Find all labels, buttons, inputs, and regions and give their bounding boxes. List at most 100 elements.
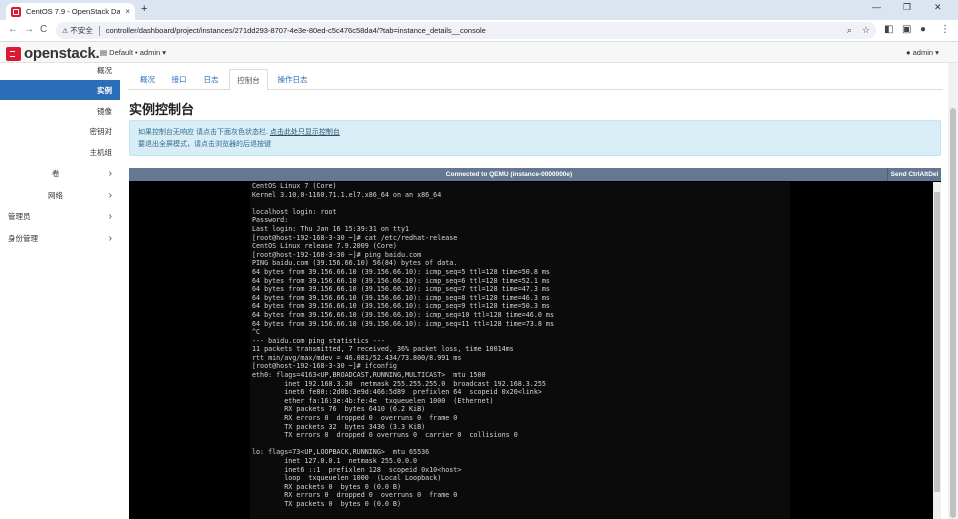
info-text: 如果控制台无响应 请点击下面灰色状态栏. <box>138 129 268 136</box>
minimize-icon[interactable]: — <box>872 2 881 12</box>
console-line: inet6 ::1 prefixlen 128 scopeid 0x10<hos… <box>284 465 462 474</box>
browser-tab-title: CentOS 7.9 - OpenStack Das <box>26 7 121 16</box>
info-line-2: 要退出全屏模式，请点击浏览器的后退按键 <box>138 141 271 148</box>
browser-toolbar: ← → C ⚠ 不安全 controller/dashboard/project… <box>0 20 958 42</box>
send-ctrl-alt-del-button[interactable]: Send CtrlAltDel <box>887 168 941 181</box>
tab-overview[interactable]: 概况 <box>131 69 164 90</box>
zoom-icon[interactable]: ⌕ <box>847 25 852 36</box>
console-line: TX packets 32 bytes 3436 (3.3 KiB) <box>284 422 426 431</box>
console-line: RX packets 0 bytes 0 (0.0 B) <box>284 482 401 491</box>
user-icon: ● <box>906 48 913 57</box>
console-line: ^C <box>252 328 261 337</box>
sidebar-item-keypairs[interactable]: 密钥对 <box>0 121 120 141</box>
sidebar-item-label: 网络 <box>48 190 63 200</box>
tab-label: 操作日志 <box>277 75 308 84</box>
console-line: PING baidu.com (39.156.66.10) 56(84) byt… <box>252 259 458 268</box>
tab-label: 日志 <box>203 75 219 84</box>
page-scrollbar-thumb[interactable] <box>950 108 956 518</box>
restore-icon[interactable]: ❐ <box>903 2 911 13</box>
project-icon: ▤ <box>100 48 110 57</box>
console-line: ether fa:16:3e:4b:fe:4e txqueuelen 1000 … <box>284 396 494 405</box>
console-line: 64 bytes from 39.156.66.10 (39.156.66.10… <box>252 285 550 294</box>
console-line: Last login: Thu Jan 16 15:39:31 on tty1 <box>252 224 410 233</box>
console-line: 64 bytes from 39.156.66.10 (39.156.66.10… <box>252 293 550 302</box>
forward-icon[interactable]: → <box>24 24 34 35</box>
console-scrollbar-thumb[interactable] <box>934 192 940 492</box>
console-line: eth0: flags=4163<UP,BROADCAST,RUNNING,MU… <box>252 371 486 380</box>
bookmark-star-icon[interactable]: ☆ <box>862 25 870 36</box>
console-line: 64 bytes from 39.156.66.10 (39.156.66.10… <box>252 302 550 311</box>
instance-tabs: 概况 接口 日志 控制台 操作日志 <box>128 69 943 91</box>
user-menu[interactable]: ● admin ▾ <box>906 48 939 57</box>
url-text[interactable]: controller/dashboard/project/instances/2… <box>106 26 837 35</box>
user-menu-label: admin ▾ <box>912 48 939 57</box>
sidebar-item-label: 管理员 <box>8 211 31 221</box>
sidebar-item-network[interactable]: 网络 › <box>0 185 120 205</box>
tab-interfaces[interactable]: 接口 <box>164 69 194 90</box>
openstack-header: openstack. ▤ Default • admin ▾ ● admin ▾ <box>0 42 958 63</box>
sidebar-item-overview[interactable]: 概况 <box>0 60 120 80</box>
reload-icon[interactable]: C <box>40 24 47 35</box>
console-line: rtt min/avg/max/mdev = 46.081/52.434/73.… <box>252 353 462 362</box>
sidebar-item-label: 镜像 <box>97 106 112 116</box>
info-line-1: 如果控制台无响应 请点击下面灰色状态栏. 点击此处只显示控制台 <box>138 127 932 139</box>
new-tab-icon[interactable]: + <box>141 3 147 15</box>
project-switcher[interactable]: ▤ Default • admin ▾ <box>100 48 166 57</box>
extension-icon[interactable]: ◧ <box>884 24 893 35</box>
sidebar-item-instances[interactable]: 实例 <box>0 80 120 100</box>
console-line: lo: flags=73<UP,LOOPBACK,RUNNING> mtu 65… <box>252 448 430 457</box>
tab-console[interactable]: 控制台 <box>229 69 268 91</box>
sidebar-item-label: 实例 <box>97 85 112 95</box>
browser-tab[interactable]: CentOS 7.9 - OpenStack Das × <box>6 3 135 20</box>
sidebar-item-admin[interactable]: 管理员 › <box>0 206 120 226</box>
sidebar-item-volumes[interactable]: 卷 › <box>0 163 120 183</box>
sidebar-item-label: 卷 <box>52 168 60 178</box>
back-icon[interactable]: ← <box>8 24 18 35</box>
sidebar: 概况 实例 镜像 密钥对 主机组 卷 › 网络 › 管理员 › 身份管理 › <box>0 63 120 519</box>
puzzle-icon[interactable]: ▣ <box>902 24 911 35</box>
console-line: [root@host-192-168-3-30 ~]# cat /etc/red… <box>252 233 458 242</box>
not-secure-label: 不安全 <box>70 26 93 35</box>
console-line: TX errors 0 dropped 0 overruns 0 carrier… <box>284 431 518 440</box>
console-line: inet 127.0.0.1 netmask 255.0.0.0 <box>284 457 418 465</box>
sidebar-item-identity[interactable]: 身份管理 › <box>0 228 120 248</box>
console-line: 64 bytes from 39.156.66.10 (39.156.66.10… <box>252 319 554 328</box>
console-only-link[interactable]: 点击此处只显示控制台 <box>270 129 340 136</box>
menu-icon[interactable]: ⋮ <box>940 24 950 35</box>
page-scrollbar[interactable] <box>948 63 958 519</box>
tab-action-log[interactable]: 操作日志 <box>270 69 315 90</box>
console-line: inet 192.168.3.30 netmask 255.255.255.0 … <box>284 379 546 388</box>
console-info-alert: 如果控制台无响应 请点击下面灰色状态栏. 点击此处只显示控制台 要退出全屏模式，… <box>129 120 941 156</box>
window-close-icon[interactable]: ✕ <box>934 2 942 13</box>
console-output: CentOS Linux 7 (Core) Kernel 3.10.0-1160… <box>250 182 790 509</box>
console-status-bar[interactable]: Connected to QEMU (instance-0000000e) Se… <box>129 168 941 181</box>
console-line: inet6 fe80::2d0b:3e9d:466:5d89 prefixlen… <box>284 388 542 397</box>
project-switcher-label: Default • admin ▾ <box>109 48 167 57</box>
console-screen[interactable]: CentOS Linux 7 (Core) Kernel 3.10.0-1160… <box>250 182 790 519</box>
console-scrollbar[interactable] <box>933 182 941 519</box>
tab-log[interactable]: 日志 <box>196 69 226 90</box>
page-title: 实例控制台 <box>129 102 195 117</box>
console-line: loop txqueuelen 1000 (Local Loopback) <box>284 474 442 483</box>
console-line: 64 bytes from 39.156.66.10 (39.156.66.10… <box>252 276 550 285</box>
tab-label: 接口 <box>171 75 187 84</box>
chevron-right-icon: › <box>108 232 112 244</box>
openstack-favicon-icon <box>11 6 21 17</box>
console-line: CentOS Linux 7 (Core) <box>252 182 337 190</box>
address-bar[interactable]: ⚠ 不安全 controller/dashboard/project/insta… <box>56 22 876 39</box>
console-status-text[interactable]: Connected to QEMU (instance-0000000e) <box>129 168 889 181</box>
console-frame[interactable]: CentOS Linux 7 (Core) Kernel 3.10.0-1160… <box>129 181 941 519</box>
main-content: 概况 接口 日志 控制台 操作日志 实例控制台 如果控制台无响应 请点击下面灰色… <box>128 63 943 519</box>
chevron-right-icon: › <box>108 210 112 222</box>
profile-icon[interactable]: ● <box>920 24 926 35</box>
not-secure-icon: ⚠ <box>62 27 69 35</box>
sidebar-item-label: 主机组 <box>89 147 113 157</box>
sidebar-item-server-groups[interactable]: 主机组 <box>0 142 120 162</box>
console-line: RX errors 0 dropped 0 overruns 0 frame 0 <box>284 491 458 500</box>
console-line: RX packets 76 bytes 6410 (6.2 KiB) <box>284 405 426 414</box>
close-tab-icon[interactable]: × <box>125 7 130 16</box>
console-line: Password: <box>252 216 289 225</box>
chevron-right-icon: › <box>108 189 112 201</box>
console-line: CentOS Linux release 7.9.2009 (Core) <box>252 242 397 251</box>
sidebar-item-images[interactable]: 镜像 <box>0 101 120 121</box>
